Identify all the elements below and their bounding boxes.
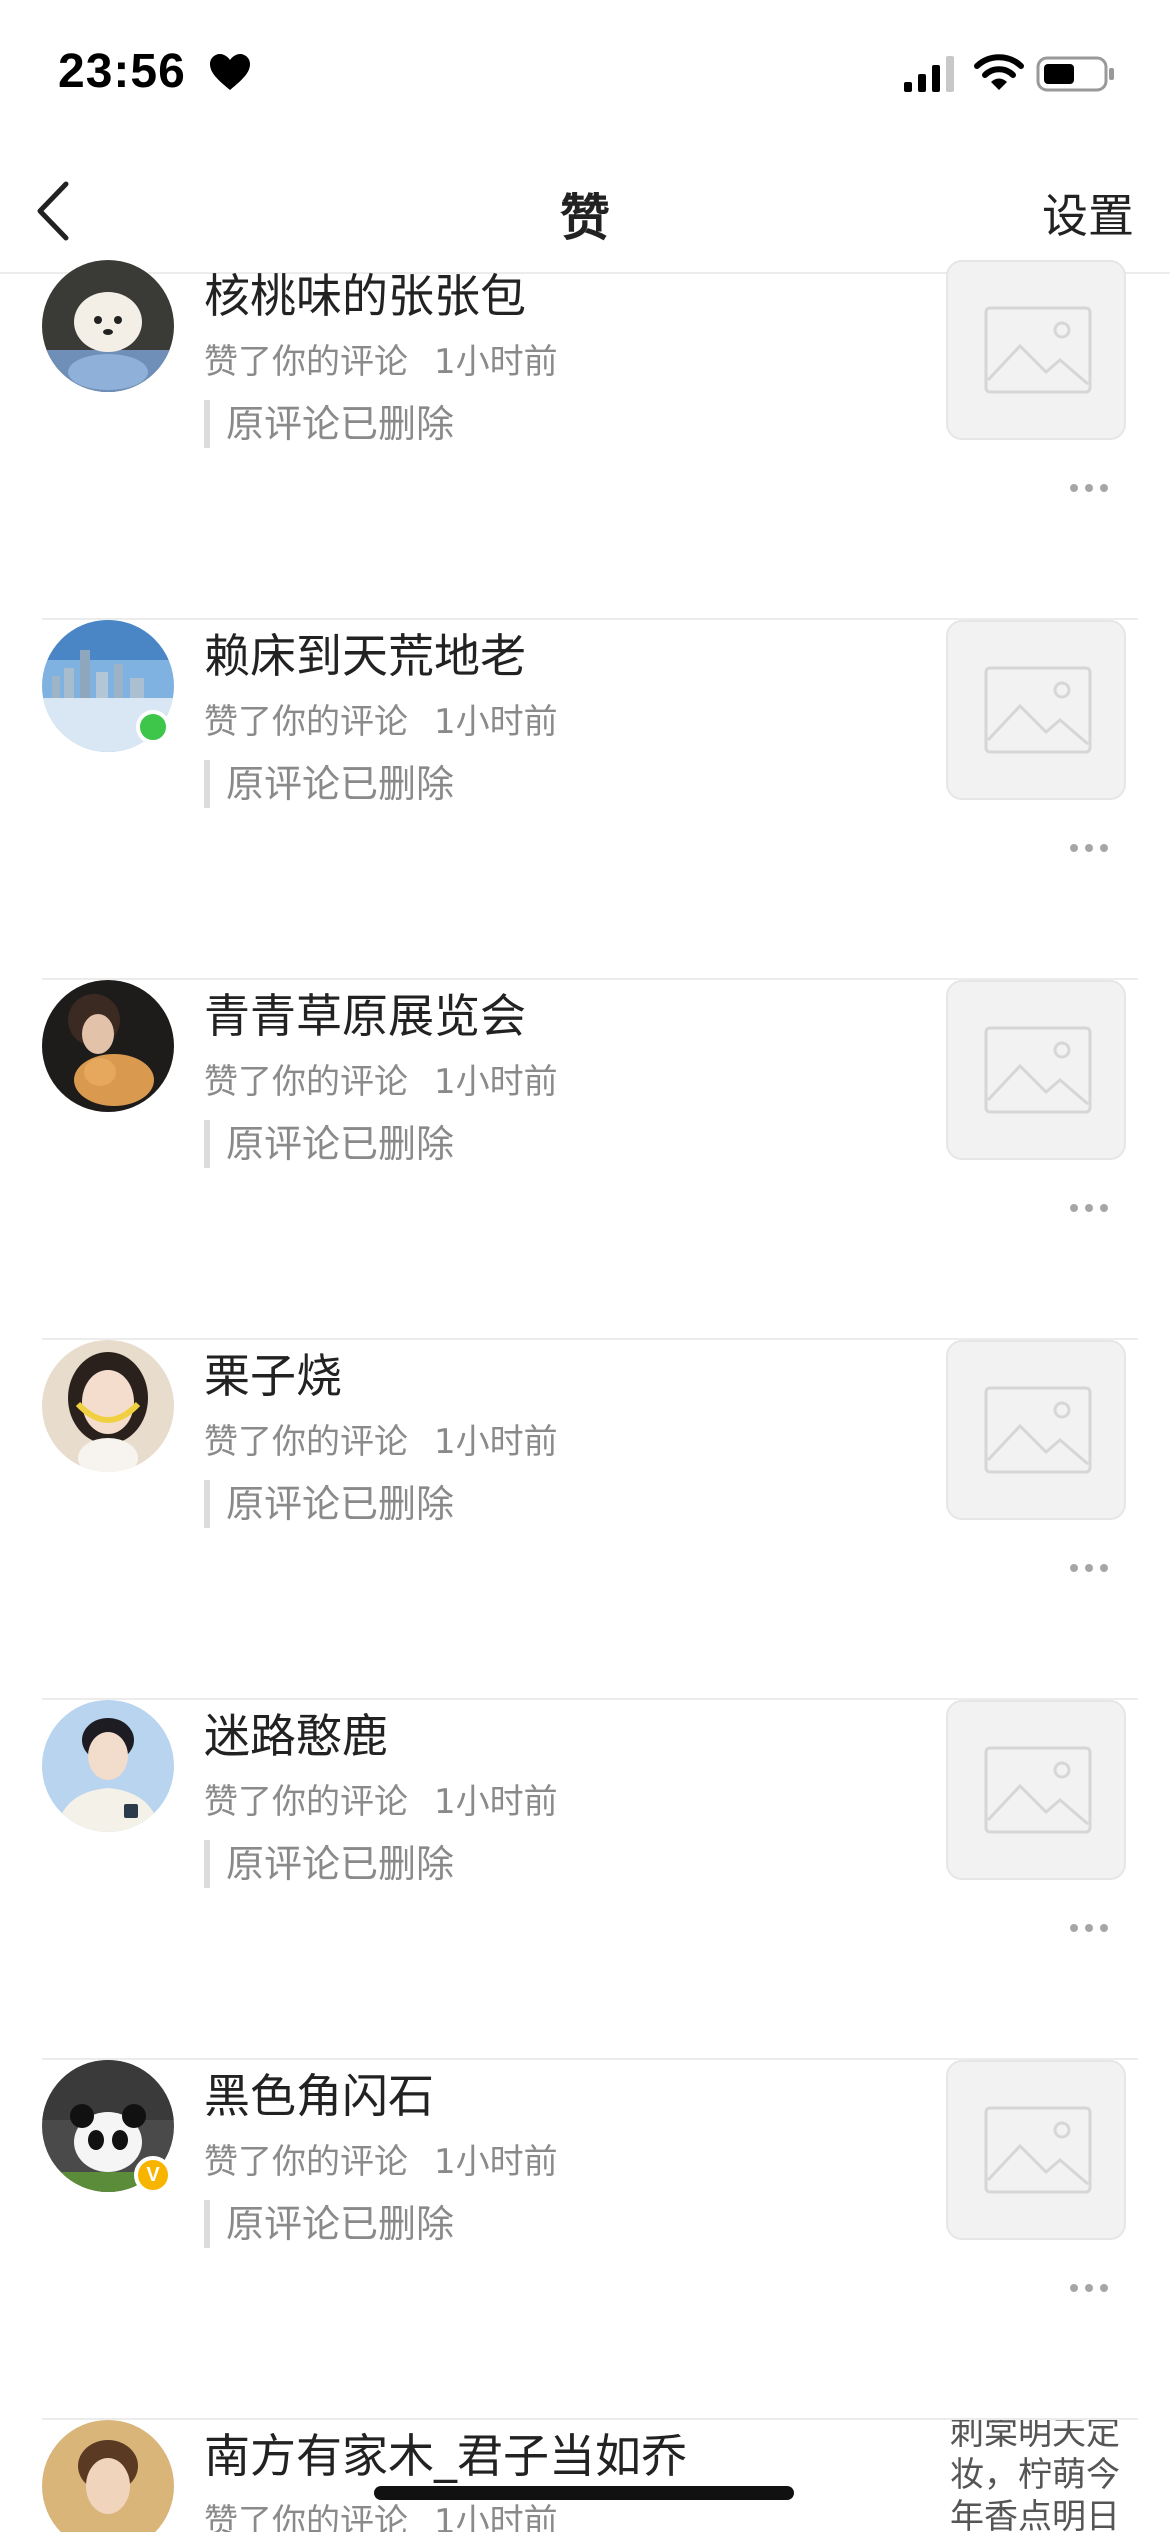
avatar[interactable] [42, 980, 174, 1112]
quoted-comment: 原评论已删除 [204, 400, 454, 448]
more-options-icon[interactable] [1070, 844, 1110, 856]
person-with-cat-avatar [42, 980, 174, 1112]
more-options-icon[interactable] [1070, 1924, 1110, 1936]
page-title: 赞 [560, 189, 610, 247]
image-placeholder-icon [984, 1026, 1092, 1114]
comment-preview[interactable]: 刺棠明天定 妆，柠萌今 年香点明日 [950, 2420, 1140, 2532]
preview-line: 年香点明日 [950, 2497, 1120, 2532]
quoted-comment: 原评论已删除 [204, 1480, 454, 1528]
list-item[interactable]: 青青草原展览会 赞了你的评论 1小时前 原评论已删除 [0, 980, 1170, 1340]
image-placeholder-icon [984, 2106, 1092, 2194]
username[interactable]: 黑色角闪石 [204, 2060, 434, 2126]
action-text: 赞了你的评论 [204, 342, 408, 382]
action-line: 赞了你的评论 1小时前 [204, 1414, 558, 1463]
more-options-icon[interactable] [1070, 484, 1110, 496]
username[interactable]: 青青草原展览会 [204, 980, 526, 1046]
timestamp: 1小时前 [434, 1782, 558, 1822]
verified-badge: V [134, 2156, 172, 2194]
heart-icon [210, 54, 250, 90]
username[interactable]: 核桃味的张张包 [204, 260, 526, 326]
more-options-icon[interactable] [1070, 2284, 1110, 2296]
timestamp: 1小时前 [434, 342, 558, 382]
online-status-indicator [136, 710, 170, 744]
username[interactable]: 南方有家木_君子当如乔 [204, 2420, 687, 2486]
list-item[interactable]: 南方有家木_君子当如乔 赞了你的评论 1小时前 刺棠明天定 妆，柠萌今 年香点明日 [0, 2420, 1170, 2532]
home-indicator[interactable] [374, 2486, 794, 2500]
avatar[interactable] [42, 2420, 174, 2532]
quoted-comment: 原评论已删除 [204, 1840, 454, 1888]
battery-icon [1036, 56, 1114, 92]
navigation-bar: 赞 设置 [0, 150, 1170, 274]
avatar[interactable] [42, 1340, 174, 1472]
more-options-icon[interactable] [1070, 1204, 1110, 1216]
settings-button[interactable]: 设置 [1042, 180, 1134, 246]
list-item[interactable]: 赖床到天荒地老 赞了你的评论 1小时前 原评论已删除 [0, 620, 1170, 980]
timestamp: 1小时前 [434, 1062, 558, 1102]
content-thumbnail[interactable] [946, 1340, 1126, 1520]
content-thumbnail[interactable] [946, 620, 1126, 800]
image-placeholder-icon [984, 1746, 1092, 1834]
timestamp: 1小时前 [434, 1422, 558, 1462]
action-text: 赞了你的评论 [204, 702, 408, 742]
action-text: 赞了你的评论 [204, 2142, 408, 2182]
action-line: 赞了你的评论 1小时前 [204, 334, 558, 383]
action-line: 赞了你的评论 1小时前 [204, 1774, 558, 1823]
timestamp: 1小时前 [434, 2502, 558, 2532]
content-thumbnail[interactable] [946, 1700, 1126, 1880]
action-line: 赞了你的评论 1小时前 [204, 2134, 558, 2183]
girl-portrait-avatar [42, 1340, 174, 1472]
man-portrait-avatar [42, 2420, 174, 2532]
content-thumbnail[interactable] [946, 2060, 1126, 2240]
list-item[interactable]: V 黑色角闪石 赞了你的评论 1小时前 原评论已删除 [0, 2060, 1170, 2420]
more-options-icon[interactable] [1070, 1564, 1110, 1576]
action-line: 赞了你的评论 1小时前 [204, 694, 558, 743]
white-puppy-avatar [42, 260, 174, 392]
wifi-icon [974, 54, 1024, 90]
username[interactable]: 赖床到天荒地老 [204, 620, 526, 686]
list-item[interactable]: 迷路憨鹿 赞了你的评论 1小时前 原评论已删除 [0, 1700, 1170, 2060]
timestamp: 1小时前 [434, 2142, 558, 2182]
list-item[interactable]: 核桃味的张张包 赞了你的评论 1小时前 原评论已删除 [0, 260, 1170, 620]
quoted-comment: 原评论已删除 [204, 2200, 454, 2248]
content-thumbnail[interactable] [946, 260, 1126, 440]
action-text: 赞了你的评论 [204, 1782, 408, 1822]
content-thumbnail[interactable] [946, 980, 1126, 1160]
cellular-signal-icon [904, 56, 954, 92]
preview-line: 刺棠明天定 [950, 2420, 1120, 2453]
action-text: 赞了你的评论 [204, 1062, 408, 1102]
username[interactable]: 栗子烧 [204, 1340, 342, 1406]
quoted-comment: 原评论已删除 [204, 1120, 454, 1168]
avatar[interactable] [42, 1700, 174, 1832]
preview-line: 妆，柠萌今 [950, 2455, 1120, 2495]
image-placeholder-icon [984, 666, 1092, 754]
avatar[interactable] [42, 260, 174, 392]
image-placeholder-icon [984, 306, 1092, 394]
quoted-comment: 原评论已删除 [204, 760, 454, 808]
timestamp: 1小时前 [434, 702, 558, 742]
image-placeholder-icon [984, 1386, 1092, 1474]
status-bar: 23:56 [0, 0, 1170, 150]
action-line: 赞了你的评论 1小时前 [204, 1054, 558, 1103]
young-man-avatar [42, 1700, 174, 1832]
action-text: 赞了你的评论 [204, 2502, 408, 2532]
status-time: 23:56 [58, 45, 186, 98]
action-text: 赞了你的评论 [204, 1422, 408, 1462]
list-item[interactable]: 栗子烧 赞了你的评论 1小时前 原评论已删除 [0, 1340, 1170, 1700]
username[interactable]: 迷路憨鹿 [204, 1700, 388, 1766]
